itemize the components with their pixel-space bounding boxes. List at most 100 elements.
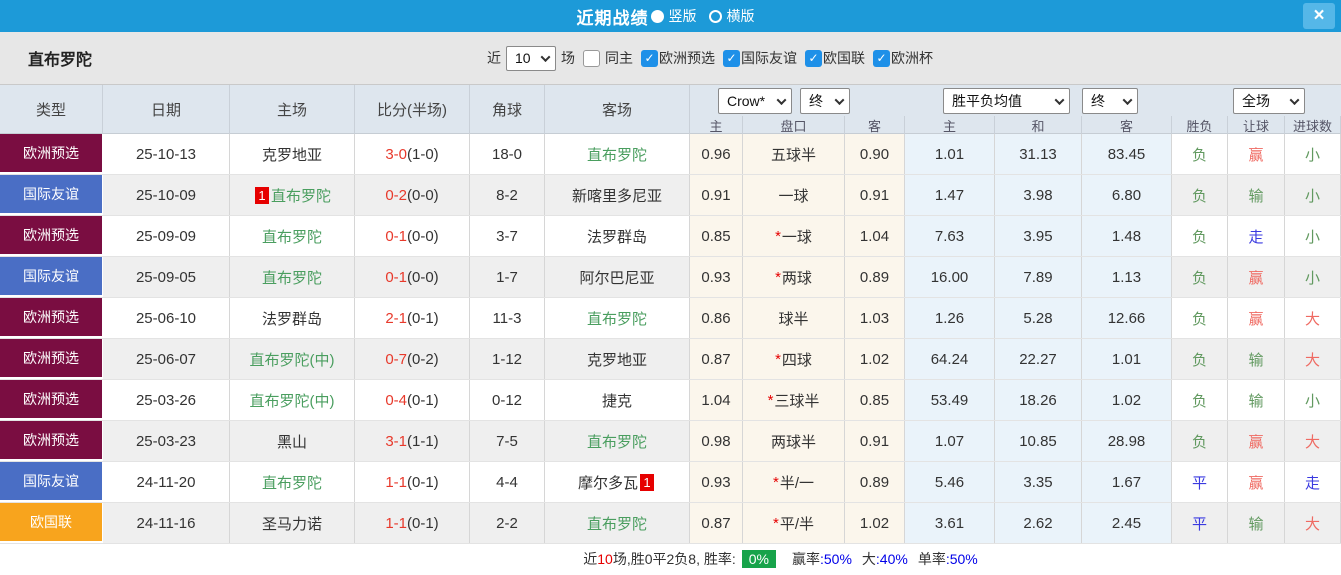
halftime-score: (0-1) <box>407 514 439 532</box>
goals-result-cell: 小 <box>1285 134 1341 174</box>
col-header-date: 日期 <box>103 85 230 134</box>
competition-checkbox-1[interactable]: ✓ <box>723 49 740 67</box>
handicap-line-text: 两球 <box>781 269 812 287</box>
avg-time-select[interactable]: 终 <box>1082 88 1138 114</box>
handicap-line-cell: * 平/半 <box>743 503 845 543</box>
handicap-line-text: 一球 <box>778 187 809 205</box>
type-cell: 欧洲预选 <box>0 216 103 256</box>
handicap-line-cell: 五球半 <box>743 134 845 174</box>
score-cell: 0-4 (0-1) <box>355 380 470 420</box>
handicap-line-cell: * 两球 <box>743 257 845 297</box>
type-cell: 欧洲预选 <box>0 421 103 461</box>
table-row: 国际友谊 24-11-20 直布罗陀 1-1 (0-1) 4-4 摩尔多瓦 1 0.93 * 半/一… <box>0 462 1341 503</box>
layout-radios: 竖版 横版 <box>649 6 765 26</box>
layout-radio-label-0[interactable]: 竖版 <box>669 6 697 26</box>
match-count-select[interactable]: 10 <box>506 45 556 71</box>
same-home-checkbox[interactable] <box>583 49 600 67</box>
halftime-score: (0-0) <box>407 227 439 245</box>
games-label: 场 <box>561 50 575 66</box>
avg-win-cell: 5.46 <box>905 462 995 502</box>
away-team-cell: 直布罗陀 <box>545 503 690 543</box>
corners-cell: 7-5 <box>470 421 545 461</box>
corners-cell: 2-2 <box>470 503 545 543</box>
avg-draw-cell: 18.26 <box>995 380 1082 420</box>
avg-win-cell: 1.47 <box>905 175 995 215</box>
home-team-cell: 克罗地亚 <box>230 134 355 174</box>
handicap-result-cell: 赢 <box>1228 462 1285 502</box>
halftime-score: (0-0) <box>407 186 439 204</box>
win-rate-badge: 0% <box>741 550 776 568</box>
avg-win-cell: 53.49 <box>905 380 995 420</box>
star-icon: * <box>775 350 781 368</box>
handicap-odds-home-cell: 0.87 <box>690 339 743 379</box>
avg-win-cell: 7.63 <box>905 216 995 256</box>
away-team-name: 直布罗陀 <box>586 146 647 164</box>
close-button[interactable]: × <box>1303 3 1335 29</box>
handicap-line-text: 四球 <box>781 351 812 369</box>
handicap-result-cell: 赢 <box>1228 421 1285 461</box>
score-cell: 0-1 (0-0) <box>355 257 470 297</box>
filter-bar: 直布罗陀 近 10 场 同主 ✓ 欧洲预选 ✓ 国际友谊 ✓ 欧国联 ✓ 欧洲杯 <box>0 32 1341 85</box>
bookmaker-time-select[interactable]: 终 <box>800 88 850 114</box>
competition-checkbox-3[interactable]: ✓ <box>873 49 890 67</box>
score-cell: 3-0 (1-0) <box>355 134 470 174</box>
away-team-cell: 法罗群岛 <box>545 216 690 256</box>
avg-lose-cell: 1.01 <box>1082 339 1172 379</box>
avg-draw-cell: 2.62 <box>995 503 1082 543</box>
avg-lose-cell: 83.45 <box>1082 134 1172 174</box>
handicap-odds-home-cell: 0.96 <box>690 134 743 174</box>
footer-stat-value-1: :40% <box>875 551 908 567</box>
star-icon: * <box>767 391 774 409</box>
competition-label-0: 欧洲预选 <box>659 50 715 66</box>
home-team-name: 直布罗陀 <box>270 187 331 205</box>
handicap-odds-away-cell: 1.04 <box>845 216 905 256</box>
bookmaker-select[interactable]: Crow* <box>718 88 792 114</box>
away-team-cell: 捷克 <box>545 380 690 420</box>
footer-stat-label-1: 大 <box>861 551 876 567</box>
layout-radio-label-1[interactable]: 横版 <box>727 6 755 26</box>
handicap-line-cell: * 四球 <box>743 339 845 379</box>
table-header: 类型 日期 主场 比分(半场) 角球 客场 Crow* 终 胜平负均值 终 全场… <box>0 85 1341 134</box>
handicap-odds-away-cell: 1.03 <box>845 298 905 338</box>
avg-odds-select[interactable]: 胜平负均值 <box>943 88 1070 114</box>
halftime-score: (0-1) <box>407 309 439 327</box>
competition-checkbox-0[interactable]: ✓ <box>641 49 658 67</box>
fulltime-score: 0-7 <box>385 350 407 368</box>
sub-header-avg-away: 客 <box>1082 116 1172 134</box>
goals-result-cell: 小 <box>1285 216 1341 256</box>
scope-select[interactable]: 全场 <box>1233 88 1305 114</box>
away-team-cell: 新喀里多尼亚 <box>545 175 690 215</box>
fulltime-score: 0-4 <box>385 391 407 409</box>
type-cell: 欧洲预选 <box>0 298 103 338</box>
home-team-name: 直布罗陀 <box>261 228 322 246</box>
home-team-name: 直布罗陀 <box>261 269 322 287</box>
score-cell: 3-1 (1-1) <box>355 421 470 461</box>
competition-label-1: 国际友谊 <box>741 50 797 66</box>
halftime-score: (1-0) <box>407 145 439 163</box>
competition-checkbox-2[interactable]: ✓ <box>805 49 822 67</box>
home-team-name: 直布罗陀(中) <box>249 392 335 410</box>
odds-dropdown-row: Crow* 终 胜平负均值 终 全场 <box>690 85 1341 116</box>
goals-result-cell: 小 <box>1285 257 1341 297</box>
goals-result-cell: 走 <box>1285 462 1341 502</box>
summary-text: 近 10 场,胜0平2负8, 胜率: 0% 赢率:50% 大:40% 单率:50% <box>583 549 978 569</box>
home-team-cell: 黑山 <box>230 421 355 461</box>
goals-result-cell: 小 <box>1285 380 1341 420</box>
chevron-down-icon <box>1289 94 1300 105</box>
home-team-cell: 直布罗陀(中) <box>230 339 355 379</box>
footer-stat-value-2: :50% <box>945 551 978 567</box>
type-cell: 欧洲预选 <box>0 339 103 379</box>
away-team-cell: 克罗地亚 <box>545 339 690 379</box>
chevron-down-icon <box>1054 94 1065 105</box>
handicap-odds-home-cell: 0.91 <box>690 175 743 215</box>
layout-radio-0[interactable] <box>650 9 664 23</box>
chevron-down-icon <box>540 51 551 62</box>
result-cell: 平 <box>1172 462 1228 502</box>
red-badge: 1 <box>640 473 654 491</box>
table-body: 欧洲预选 25-10-13 克罗地亚 3-0 (1-0) 18-0 直布罗陀 0.96 五球半 0… <box>0 134 1341 544</box>
layout-radio-1[interactable] <box>708 9 722 23</box>
avg-win-cell: 64.24 <box>905 339 995 379</box>
table-row: 欧洲预选 25-06-10 法罗群岛 2-1 (0-1) 11-3 直布罗陀 0.86 球半 1.… <box>0 298 1341 339</box>
home-team-cell: 直布罗陀 <box>230 216 355 256</box>
corners-cell: 11-3 <box>470 298 545 338</box>
